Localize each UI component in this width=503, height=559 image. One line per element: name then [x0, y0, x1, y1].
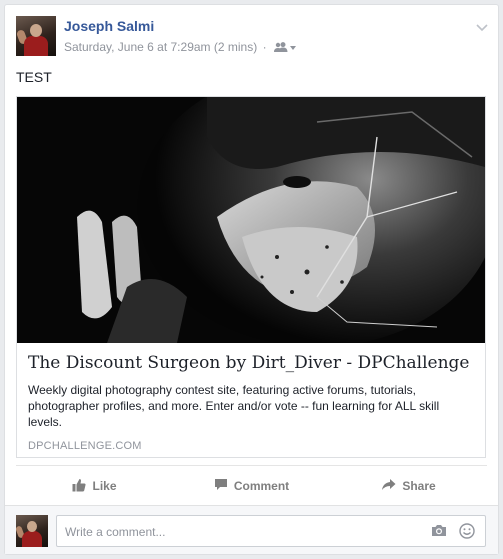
share-label: Share	[402, 479, 436, 493]
thumbs-up-icon	[72, 478, 92, 495]
share-button[interactable]: Share	[330, 473, 487, 499]
actions-divider	[16, 465, 487, 466]
author-name[interactable]: Joseph Salmi	[64, 18, 154, 34]
like-button[interactable]: Like	[16, 473, 173, 499]
friends-icon[interactable]	[273, 42, 296, 56]
like-label: Like	[92, 479, 117, 493]
post-actions: Like Comment Share	[16, 473, 487, 499]
author-avatar[interactable]	[16, 16, 56, 56]
link-description: Weekly digital photography contest site,…	[28, 383, 440, 429]
link-preview-body: The Discount Surgeon by Dirt_Diver - DPC…	[28, 353, 475, 452]
link-preview-image[interactable]	[17, 97, 485, 343]
meta-separator: ·	[262, 40, 267, 54]
comment-box[interactable]	[56, 515, 486, 548]
comment-button[interactable]: Comment	[173, 473, 330, 499]
post-text: TEST	[16, 69, 52, 85]
post-card: Joseph Salmi Saturday, June 6 at 7:29am …	[4, 4, 499, 555]
chevron-down-icon[interactable]	[476, 19, 488, 37]
emoji-icon[interactable]	[459, 523, 475, 544]
post-meta: Saturday, June 6 at 7:29am (2 mins) ·	[64, 40, 296, 56]
commenter-avatar[interactable]	[16, 515, 48, 547]
link-preview[interactable]: The Discount Surgeon by Dirt_Diver - DPC…	[16, 96, 486, 458]
link-domain: DPCHALLENGE.COM	[28, 440, 142, 452]
comment-label: Comment	[233, 479, 290, 493]
comment-input[interactable]	[63, 516, 407, 548]
share-arrow-icon	[381, 478, 402, 494]
comment-composer	[5, 505, 498, 554]
post-timestamp[interactable]: Saturday, June 6 at 7:29am (2 mins)	[64, 40, 257, 54]
camera-icon[interactable]	[431, 524, 447, 542]
link-title[interactable]: The Discount Surgeon by Dirt_Diver - DPC…	[28, 353, 475, 373]
comment-bubble-icon	[214, 478, 234, 494]
